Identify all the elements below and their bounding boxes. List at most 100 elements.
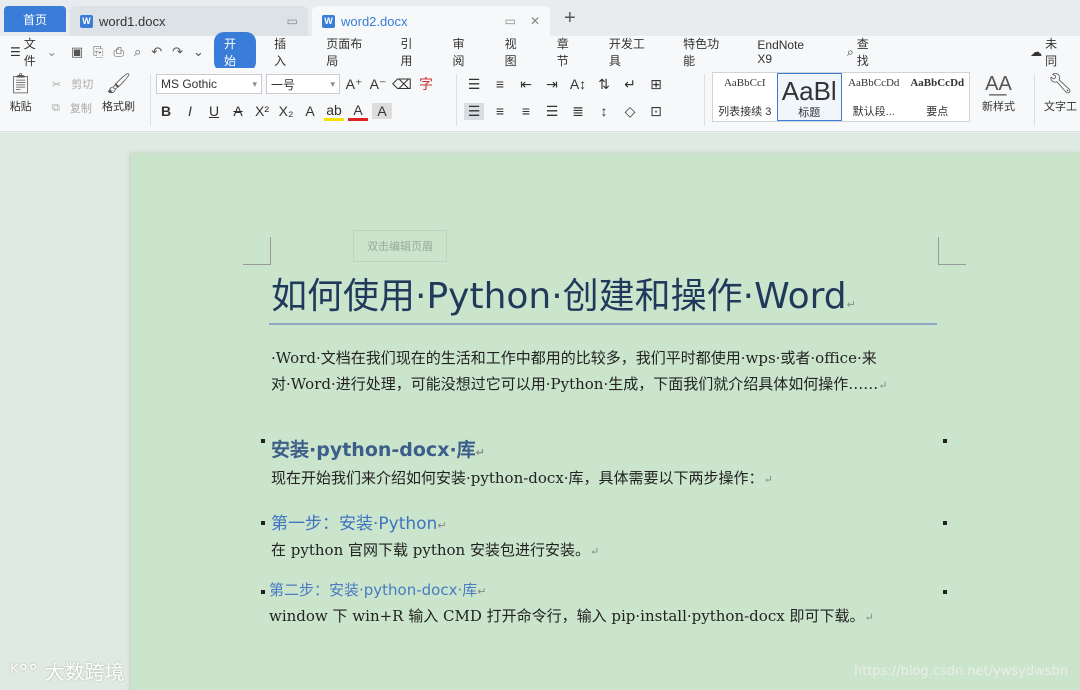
heading-step1[interactable]: 第一步：安装·Python↵: [271, 509, 447, 534]
text-effect-icon[interactable]: A: [300, 103, 320, 119]
justify-icon[interactable]: ☰: [542, 103, 562, 120]
screen-icon[interactable]: ▭: [287, 14, 298, 28]
list-marker: [943, 590, 947, 594]
style-list-continue-3[interactable]: AaBbCcI 列表接续 3: [713, 73, 777, 121]
char-shading-icon[interactable]: A: [372, 103, 392, 119]
format-painter-label: 格式刷: [102, 101, 135, 113]
cut-button[interactable]: ✂ 剪切: [52, 72, 93, 96]
paragraph-mark: ↵: [864, 611, 874, 624]
heading-step2[interactable]: 第二步：安装·python-docx·库↵: [269, 579, 486, 600]
copy-label: 复制: [69, 103, 92, 115]
customize-icon[interactable]: ⌄: [193, 44, 204, 60]
export-icon[interactable]: ⎘: [93, 44, 103, 60]
distribute-icon[interactable]: ≣: [568, 103, 588, 120]
print-preview-icon[interactable]: ⌕: [134, 44, 141, 60]
heading-step1-text: 第一步：安装·Python: [271, 514, 438, 534]
text-direction-icon[interactable]: A↕: [568, 76, 588, 92]
sync-label: 未同: [1045, 37, 1058, 68]
step2-paragraph-text: window 下 win+R 输入 CMD 打开命令行，输入 pip·insta…: [269, 607, 865, 625]
redo-icon[interactable]: ↷: [172, 44, 183, 60]
style-heading[interactable]: AaBl 标题: [776, 73, 842, 121]
shrink-font-icon[interactable]: A⁻: [368, 76, 388, 93]
margin-corner: [938, 237, 966, 265]
bold-icon[interactable]: B: [156, 103, 176, 119]
tab-word1[interactable]: W word1.docx ▭: [70, 6, 308, 36]
file-menu-label: 文件: [23, 37, 36, 68]
menu-item-references[interactable]: 引用: [400, 35, 422, 69]
menu-item-review[interactable]: 审阅: [453, 35, 475, 69]
save-icon[interactable]: ▣: [71, 44, 83, 60]
menu-item-developer[interactable]: 开发工具: [609, 35, 653, 69]
format-painter-button[interactable]: 🖌︎ 格式刷: [102, 72, 135, 114]
copy-icon: ⧉: [52, 101, 60, 114]
increase-indent-icon[interactable]: ⇥: [542, 76, 562, 93]
document-title[interactable]: 如何使用·Python·创建和操作·Word↵: [271, 267, 939, 319]
font-name-select[interactable]: MS Gothic ▾: [156, 74, 262, 94]
list-marker: [261, 590, 265, 594]
grow-font-icon[interactable]: A⁺: [344, 76, 364, 93]
align-right-icon[interactable]: ≡: [516, 103, 536, 119]
intro-line-2: 对·Word·进行处理，可能没想过它可以用·Python·生成，下面我们就介绍具…: [271, 371, 941, 399]
file-menu[interactable]: ☰ 文件 ⌄: [10, 35, 57, 69]
print-icon[interactable]: ⎙: [114, 44, 124, 60]
font-size-select[interactable]: 一号 ▾: [266, 74, 340, 94]
menu-item-page-layout[interactable]: 页面布局: [326, 35, 370, 69]
menu-item-insert[interactable]: 插入: [274, 35, 296, 69]
text-tools-button[interactable]: 🔧︎ 文字工: [1044, 72, 1077, 114]
font-color-icon[interactable]: A: [348, 102, 368, 121]
numbered-list-icon[interactable]: ≡: [490, 76, 510, 92]
document-page[interactable]: 双击编辑页眉 如何使用·Python·创建和操作·Word↵ ·Word·文档在…: [131, 153, 1080, 690]
sort-icon[interactable]: ⇅: [594, 76, 614, 93]
align-left-icon[interactable]: ☰: [464, 102, 484, 120]
strikethrough-icon[interactable]: A: [228, 103, 248, 119]
tab-word2[interactable]: W word2.docx ▭ ✕: [312, 6, 550, 36]
align-center-icon[interactable]: ≡: [490, 103, 510, 119]
tab-home[interactable]: 首页: [4, 6, 66, 32]
clear-format-icon[interactable]: ⌫: [392, 76, 412, 93]
new-tab-button[interactable]: +: [564, 7, 576, 30]
shading-icon[interactable]: ◇: [620, 103, 640, 120]
menu-item-features[interactable]: 特色功能: [683, 35, 727, 69]
phonetic-icon[interactable]: 字: [416, 74, 436, 94]
new-style-icon: A͟A: [985, 73, 1012, 95]
chevron-down-icon: ⌄: [46, 45, 57, 59]
menu-item-section[interactable]: 章节: [557, 35, 579, 69]
line-break-icon[interactable]: ↵: [620, 76, 640, 93]
edit-header-hint[interactable]: 双击编辑页眉: [353, 230, 447, 262]
heading-install[interactable]: 安装·python-docx·库↵: [271, 435, 485, 462]
highlight-icon[interactable]: ab: [324, 102, 344, 121]
step1-paragraph[interactable]: 在 python 官网下载 python 安装包进行安装。↵: [271, 537, 941, 565]
italic-icon[interactable]: I: [180, 103, 200, 119]
style-default-paragraph[interactable]: AaBbCcDd 默认段...: [842, 73, 906, 121]
decrease-indent-icon[interactable]: ⇤: [516, 76, 536, 93]
paragraph-mark: ↵: [477, 585, 487, 598]
sync-status[interactable]: ☁ 未同: [1030, 35, 1066, 69]
close-icon[interactable]: ✕: [530, 14, 540, 28]
menu-item-endnote[interactable]: EndNote X9: [757, 38, 817, 66]
menu-item-start[interactable]: 开始: [213, 32, 257, 72]
format-painter-group: 🖌︎ 格式刷: [102, 72, 135, 114]
new-style-button[interactable]: A͟A 新样式: [982, 72, 1015, 114]
bullet-list-icon[interactable]: ☰: [464, 76, 484, 93]
step2-paragraph[interactable]: window 下 win+R 输入 CMD 打开命令行，输入 pip·insta…: [269, 603, 939, 631]
screen-icon[interactable]: ▭: [505, 14, 516, 28]
superscript-icon[interactable]: X²: [252, 103, 272, 119]
subscript-icon[interactable]: X₂: [276, 103, 296, 119]
watermark-url: https://blog.csdn.net/ywsydwsbn: [854, 664, 1068, 679]
line-spacing-icon[interactable]: ↕: [594, 103, 614, 119]
paste-label: 粘贴: [9, 101, 32, 113]
underline-icon[interactable]: U: [204, 103, 224, 119]
chevron-down-icon: ▾: [252, 78, 257, 89]
document-canvas[interactable]: 双击编辑页眉 如何使用·Python·创建和操作·Word↵ ·Word·文档在…: [0, 133, 1080, 690]
style-key-point[interactable]: AaBbCcDd 要点: [906, 73, 970, 121]
table-borders-icon[interactable]: ⊞: [646, 76, 666, 93]
list-marker: [943, 521, 947, 525]
search-menu[interactable]: ⌕ 查找: [847, 35, 878, 69]
menu-item-view[interactable]: 视图: [505, 35, 527, 69]
intro-paragraph[interactable]: ·Word·文档在我们现在的生活和工作中都用的比较多，我们平时都使用·wps·或…: [271, 345, 941, 399]
copy-button[interactable]: ⧉ 复制: [52, 96, 93, 120]
undo-icon[interactable]: ↶: [151, 44, 162, 60]
borders-icon[interactable]: ⊡: [646, 103, 666, 120]
install-paragraph[interactable]: 现在开始我们来介绍如何安装·python-docx·库，具体需要以下两步操作：↵: [271, 465, 941, 493]
paste-button[interactable]: 📋︎ 粘贴: [8, 72, 33, 114]
